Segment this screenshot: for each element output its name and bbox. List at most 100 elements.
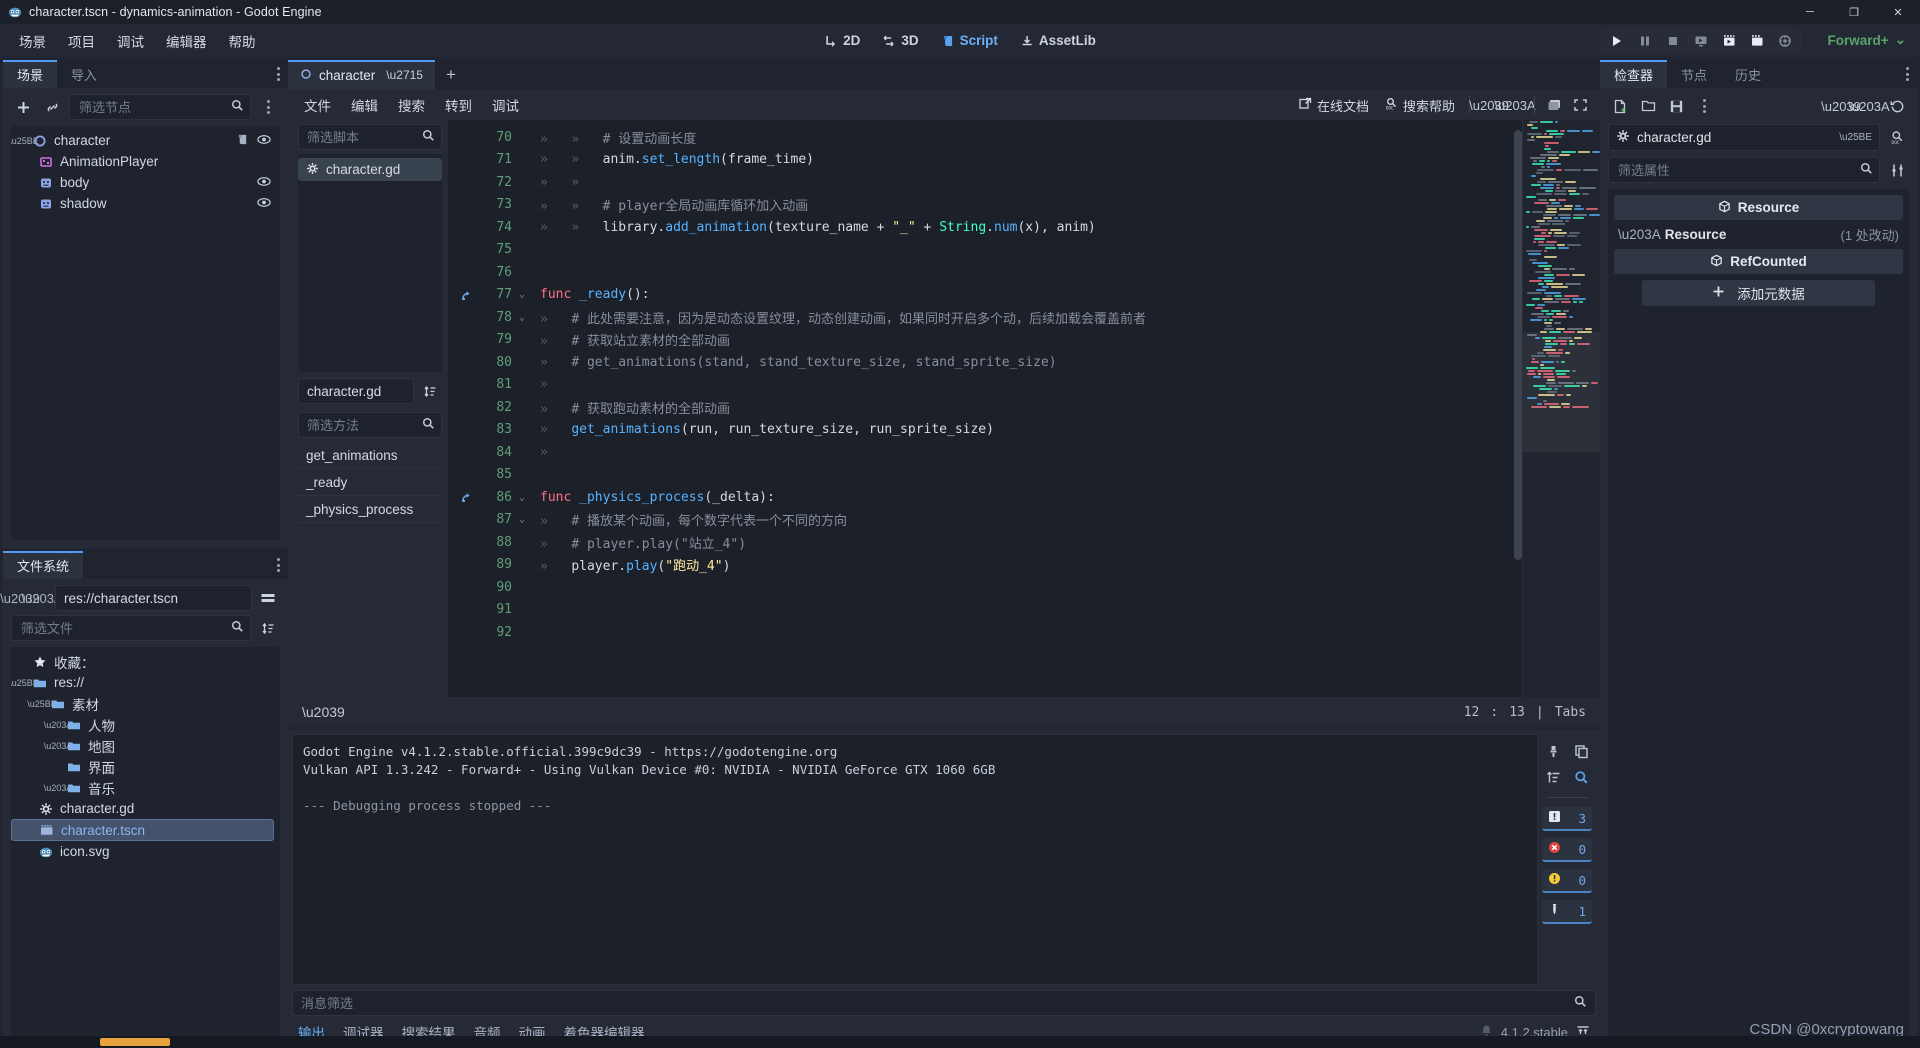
code-line[interactable]: 74 » » library.add_animation(texture_name… bbox=[448, 216, 1522, 239]
script-expand-button[interactable] bbox=[1568, 93, 1592, 117]
error-count-badge[interactable]: 0 bbox=[1542, 838, 1592, 862]
scene-options-button[interactable] bbox=[256, 95, 280, 119]
new-script-tab-button[interactable]: + bbox=[435, 60, 467, 90]
search-help-button[interactable]: DOC 搜索帮助 bbox=[1378, 93, 1462, 118]
code-line[interactable]: 81 » bbox=[448, 374, 1522, 397]
script-tab-character[interactable]: character \u2715 bbox=[288, 60, 435, 90]
fs-item-res-root[interactable]: \u25BE res:// bbox=[11, 672, 280, 693]
online-docs-button[interactable]: 在线文档 bbox=[1292, 93, 1376, 118]
chevron-right-icon[interactable]: \u203A bbox=[44, 720, 73, 730]
movie-writer-button[interactable] bbox=[1744, 29, 1770, 53]
fs-item-character-tscn[interactable]: character.tscn bbox=[11, 819, 274, 841]
save-resource-button[interactable] bbox=[1664, 94, 1688, 118]
code-minimap[interactable] bbox=[1522, 120, 1600, 697]
fs-item-renwu[interactable]: \u203A 人物 bbox=[11, 714, 280, 735]
add-metadata-button[interactable]: 添加元数据 bbox=[1642, 280, 1875, 306]
mode-3d-button[interactable]: 3D bbox=[873, 29, 927, 52]
fs-filter-box[interactable] bbox=[11, 615, 251, 641]
new-resource-button[interactable] bbox=[1608, 94, 1632, 118]
inspector-section-resource[interactable]: Resource bbox=[1614, 195, 1903, 220]
code-lines[interactable]: 70 » » # 设置动画长度 71 » » anim.set_length(fram… bbox=[448, 120, 1522, 697]
play-button[interactable] bbox=[1604, 29, 1630, 53]
scene-node-animationplayer[interactable]: AnimationPlayer bbox=[11, 151, 280, 172]
tab-node[interactable]: 节点 bbox=[1667, 60, 1721, 88]
menu-project[interactable]: 项目 bbox=[57, 27, 106, 55]
mode-assetlib-button[interactable]: AssetLib bbox=[1011, 29, 1105, 52]
output-filter-input[interactable] bbox=[301, 995, 1574, 1011]
code-line[interactable]: 84 » bbox=[448, 441, 1522, 464]
play-scene-button[interactable] bbox=[1688, 29, 1714, 53]
output-log[interactable]: Godot Engine v4.1.2.stable.official.399c… bbox=[292, 734, 1538, 985]
code-line[interactable]: 91 bbox=[448, 599, 1522, 622]
menu-scene[interactable]: 场景 bbox=[8, 27, 57, 55]
inspector-properties[interactable]: Resource \u203A Resource (1 处改动) RefCoun… bbox=[1608, 189, 1909, 1040]
pause-button[interactable] bbox=[1632, 29, 1658, 53]
collapse-output-button[interactable] bbox=[1542, 766, 1564, 788]
code-line[interactable]: 71 » » anim.set_length(frame_time) bbox=[448, 149, 1522, 172]
code-line[interactable]: 77 ⌄ func _ready(): bbox=[448, 284, 1522, 307]
instantiate-scene-button[interactable] bbox=[40, 95, 64, 119]
inspector-open-docs-button[interactable]: DOC bbox=[1885, 126, 1909, 150]
scene-node-shadow[interactable]: shadow bbox=[11, 193, 280, 214]
fs-item-sucai[interactable]: \u25BE 素材 bbox=[11, 693, 280, 714]
resource-menu-button[interactable] bbox=[1692, 94, 1716, 118]
script-filter-box[interactable] bbox=[298, 124, 442, 150]
method-item[interactable]: get_animations bbox=[298, 442, 442, 469]
close-button[interactable]: ✕ bbox=[1876, 0, 1920, 24]
script-menu-edit[interactable]: 编辑 bbox=[341, 92, 388, 118]
script-menu-search[interactable]: 搜索 bbox=[388, 92, 435, 118]
method-filter-box[interactable] bbox=[298, 412, 442, 438]
close-icon[interactable]: \u2715 bbox=[386, 68, 423, 82]
method-filter-input[interactable] bbox=[307, 417, 422, 433]
method-list[interactable]: get_animations _ready _physics_process bbox=[298, 442, 442, 523]
script-menu-debug[interactable]: 调试 bbox=[482, 92, 529, 118]
tab-filesystem[interactable]: 文件系统 bbox=[3, 551, 84, 579]
inspector-history-button[interactable] bbox=[1885, 94, 1909, 118]
play-custom-scene-button[interactable] bbox=[1716, 29, 1742, 53]
code-line[interactable]: 70 » » # 设置动画长度 bbox=[448, 126, 1522, 149]
script-panel-layout-button[interactable] bbox=[1542, 93, 1566, 117]
output-filter-box[interactable] bbox=[292, 990, 1596, 1016]
code-line[interactable]: 82 » # 获取跑动素材的全部动画 bbox=[448, 396, 1522, 419]
fs-item-jiemian[interactable]: 界面 bbox=[11, 756, 280, 777]
chevron-down-icon[interactable]: \u25BE bbox=[11, 136, 39, 146]
code-line[interactable]: 72 » » bbox=[448, 171, 1522, 194]
chevron-down-icon[interactable]: \u25BE bbox=[11, 678, 39, 688]
inspector-filter-box[interactable] bbox=[1608, 157, 1880, 183]
chevron-right-icon[interactable]: \u203A bbox=[44, 741, 73, 751]
code-line[interactable]: 85 bbox=[448, 464, 1522, 487]
fs-filter-input[interactable] bbox=[21, 620, 227, 636]
filesystem-menu-button[interactable] bbox=[277, 551, 280, 579]
code-line[interactable]: 87 ⌄ » # 播放某个动画，每个数字代表一个不同的方向 bbox=[448, 509, 1522, 532]
code-fold-icon[interactable]: ⌄ bbox=[512, 312, 532, 323]
method-item[interactable]: _physics_process bbox=[298, 496, 442, 523]
warning-count-badge[interactable]: 0 bbox=[1542, 869, 1592, 893]
code-line[interactable]: 83 » get_animations(run, run_texture_size… bbox=[448, 419, 1522, 442]
chevron-down-icon[interactable]: \u25BE bbox=[1839, 132, 1872, 143]
maximize-button[interactable]: ❐ bbox=[1832, 0, 1876, 24]
tab-history[interactable]: 历史 bbox=[1721, 60, 1775, 88]
inspector-property-resource[interactable]: \u203A Resource (1 处改动) bbox=[1614, 223, 1903, 246]
code-line[interactable]: 79 » # 获取站立素材的全部动画 bbox=[448, 329, 1522, 352]
fs-item-icon-svg[interactable]: icon.svg bbox=[11, 841, 280, 862]
add-node-button[interactable] bbox=[11, 95, 35, 119]
scene-node-tree[interactable]: \u25BE character AnimationPlayer body sh… bbox=[11, 126, 280, 540]
fs-forward-button[interactable]: \u203A bbox=[21, 587, 62, 609]
inspector-menu-button[interactable] bbox=[1906, 60, 1909, 88]
chevron-down-icon[interactable]: \u25BE bbox=[27, 699, 57, 709]
fs-sort-button[interactable] bbox=[256, 616, 280, 640]
inspector-next-button[interactable]: \u203A bbox=[1848, 94, 1889, 118]
scene-panel-menu-button[interactable] bbox=[277, 60, 280, 88]
fs-split-mode-button[interactable] bbox=[256, 586, 280, 610]
code-line[interactable]: 73 » » # player全局动画库循环加入动画 bbox=[448, 194, 1522, 217]
visibility-icon[interactable] bbox=[257, 196, 271, 212]
status-collapse-button[interactable]: \u2039 bbox=[302, 704, 345, 720]
code-fold-icon[interactable]: ⌄ bbox=[512, 492, 532, 503]
code-line[interactable]: 80 » # get_animations(stand, stand_textur… bbox=[448, 351, 1522, 374]
visibility-icon[interactable] bbox=[257, 133, 271, 149]
code-editor[interactable]: 70 » » # 设置动画长度 71 » » anim.set_length(fram… bbox=[448, 120, 1600, 697]
menu-editor[interactable]: 编辑器 bbox=[155, 27, 218, 55]
editor-count-badge[interactable]: 1 bbox=[1542, 900, 1592, 924]
code-line[interactable]: 76 bbox=[448, 261, 1522, 284]
clear-output-button[interactable] bbox=[1542, 740, 1564, 762]
